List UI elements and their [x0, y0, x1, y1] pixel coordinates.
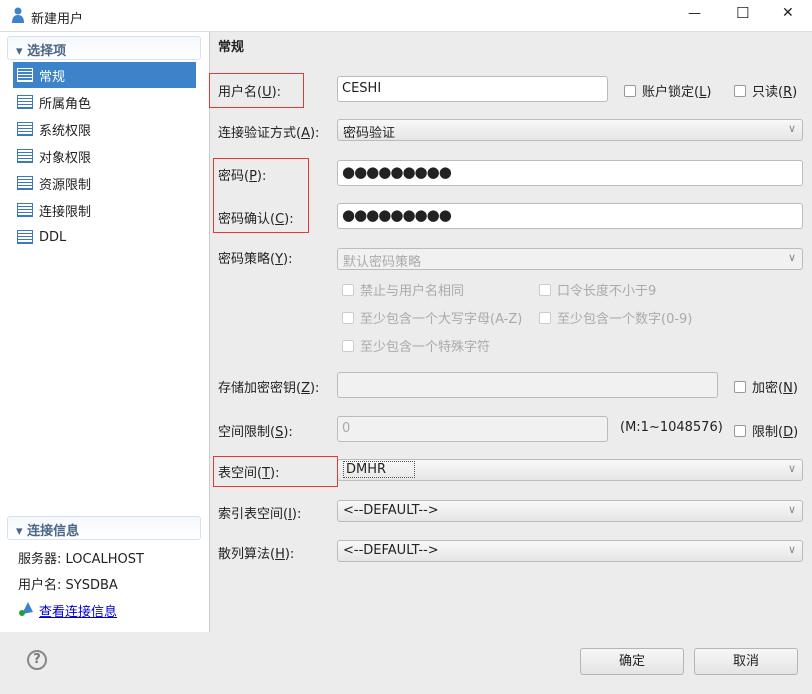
policy-option-checkbox[interactable]: 至少包含一个大写字母(A-Z)	[342, 308, 522, 327]
space-limit-input[interactable]: 0	[337, 416, 608, 442]
sidebar-item-resource-limits[interactable]: 资源限制	[13, 170, 196, 196]
sidebar-item-label: 常规	[39, 69, 66, 85]
policy-option-checkbox[interactable]: 至少包含一个数字(0-9)	[539, 308, 692, 327]
title-bar: 新建用户 — ☐ ✕	[0, 0, 812, 32]
sidebar: ▾ 选择项 常规 所属角色 系统权限 对象权限 资源限制 连接限制 DDL ▾ …	[0, 32, 210, 632]
section-title: 连接信息	[27, 524, 80, 539]
minimize-button[interactable]: —	[688, 6, 701, 21]
password-input[interactable]: ●●●●●●●●●	[337, 160, 803, 186]
auth-method-label: 连接验证方式(A):	[218, 126, 320, 141]
encrypt-checkbox[interactable]: 加密(N)	[734, 377, 798, 396]
sidebar-item-label: 系统权限	[39, 123, 92, 139]
list-icon	[17, 203, 33, 217]
encrypt-key-label: 存储加密密钥(Z):	[218, 381, 320, 396]
chevron-down-icon: ∨	[787, 462, 796, 475]
highlight-box	[213, 158, 309, 233]
connection-info-icon	[18, 600, 34, 616]
ok-button[interactable]: 确定	[580, 648, 684, 675]
sidebar-item-label: 连接限制	[39, 204, 92, 220]
policy-option-checkbox[interactable]: 禁止与用户名相同	[342, 280, 464, 299]
policy-option-checkbox[interactable]: 至少包含一个特殊字符	[342, 336, 490, 355]
list-icon	[17, 176, 33, 190]
encrypt-key-input[interactable]	[337, 372, 718, 398]
chevron-down-icon: ∨	[787, 251, 796, 264]
chevron-down-icon: ∨	[787, 122, 796, 135]
sidebar-item-label: 资源限制	[39, 177, 92, 193]
sidebar-item-connection-limits[interactable]: 连接限制	[13, 197, 196, 223]
highlight-box	[209, 73, 304, 108]
policy-option-checkbox[interactable]: 口令长度不小于9	[539, 280, 656, 299]
list-icon	[17, 95, 33, 109]
user-icon	[12, 7, 24, 23]
sidebar-item-label: 对象权限	[39, 150, 92, 166]
list-icon	[17, 68, 33, 82]
space-limit-range: (M:1~1048576)	[620, 420, 723, 435]
list-icon	[17, 149, 33, 163]
help-icon[interactable]: ?	[27, 650, 47, 670]
user-info: 用户名: SYSDBA	[18, 578, 118, 593]
close-button[interactable]: ✕	[782, 5, 794, 21]
password-confirm-input[interactable]: ●●●●●●●●●	[337, 203, 803, 229]
list-icon	[17, 230, 33, 244]
sidebar-item-ddl[interactable]: DDL	[13, 224, 196, 250]
highlight-box	[213, 456, 338, 487]
index-tablespace-label: 索引表空间(I):	[218, 507, 302, 522]
sidebar-item-general[interactable]: 常规	[13, 62, 196, 88]
connection-section-header[interactable]: ▾ 连接信息	[7, 516, 201, 540]
auth-method-select[interactable]: 密码验证 ∨	[337, 119, 803, 141]
maximize-button[interactable]: ☐	[736, 4, 749, 22]
username-input[interactable]: CESHI	[337, 76, 608, 102]
chevron-down-icon: ∨	[787, 543, 796, 556]
sidebar-item-system-privileges[interactable]: 系统权限	[13, 116, 196, 142]
limit-checkbox[interactable]: 限制(D)	[734, 421, 798, 440]
cancel-button[interactable]: 取消	[694, 648, 798, 675]
hash-algorithm-label: 散列算法(H):	[218, 547, 295, 562]
password-policy-label: 密码策略(Y):	[218, 252, 293, 267]
index-tablespace-select[interactable]: <--DEFAULT--> ∨	[337, 500, 803, 522]
chevron-down-icon: ∨	[787, 503, 796, 516]
space-limit-label: 空间限制(S):	[218, 425, 293, 440]
section-title: 选择项	[27, 44, 67, 59]
account-lock-checkbox[interactable]: 账户锁定(L)	[624, 81, 711, 100]
password-policy-select[interactable]: 默认密码策略 ∨	[337, 248, 803, 270]
sidebar-item-label: DDL	[39, 229, 67, 245]
sidebar-item-label: 所属角色	[39, 96, 92, 112]
list-icon	[17, 122, 33, 136]
window-title: 新建用户	[31, 12, 84, 27]
sidebar-item-roles[interactable]: 所属角色	[13, 89, 196, 115]
server-info: 服务器: LOCALHOST	[18, 552, 144, 567]
view-connection-info-link[interactable]: 查看连接信息	[39, 601, 117, 620]
hash-algorithm-select[interactable]: <--DEFAULT--> ∨	[337, 540, 803, 562]
readonly-checkbox[interactable]: 只读(R)	[734, 81, 797, 100]
sidebar-section-header[interactable]: ▾ 选择项	[7, 36, 201, 60]
tablespace-select[interactable]: DMHR ∨	[337, 459, 803, 481]
page-title: 常规	[218, 40, 245, 55]
sidebar-item-object-privileges[interactable]: 对象权限	[13, 143, 196, 169]
